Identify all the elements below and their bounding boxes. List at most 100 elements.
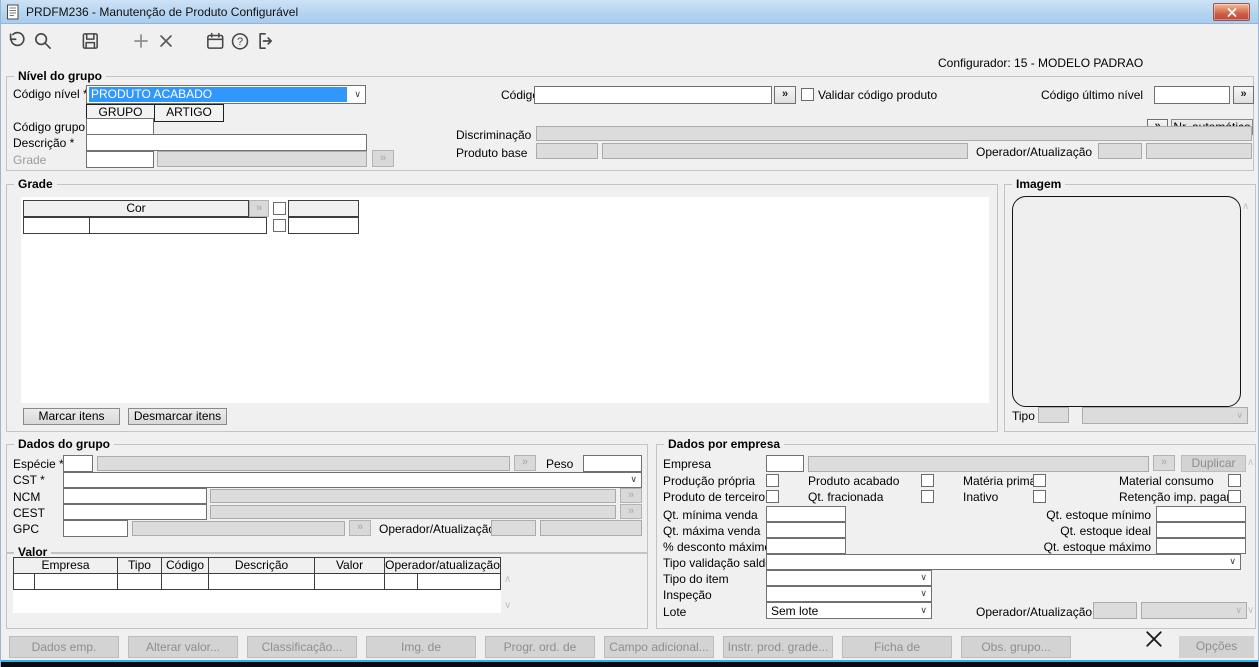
lote-combobox[interactable]: Sem lote ∨ [766, 602, 932, 619]
calendar-button[interactable] [204, 30, 226, 52]
cancel-x-icon[interactable] [1143, 628, 1165, 650]
de-operador-atualizacao-label: Operador/Atualização [976, 605, 1093, 619]
qt-minima-venda-label: Qt. mínima venda [663, 508, 758, 522]
grade-size-column-header[interactable] [288, 200, 359, 217]
dados-por-empresa-legend: Dados por empresa [664, 438, 785, 451]
valor-cell-valor[interactable] [314, 573, 385, 590]
dados-emp-grade-button[interactable]: Dados emp. grade... [9, 636, 119, 667]
descricao-label: Descrição * [13, 136, 75, 150]
grade-cell-size[interactable] [288, 217, 359, 234]
delete-button[interactable] [155, 30, 177, 52]
img-de-prod-grupo-button[interactable]: Img. de prod/grupo... [366, 636, 476, 667]
close-button[interactable] [1213, 3, 1250, 21]
exit-button[interactable] [253, 30, 275, 52]
retencao-imp-pagar-checkbox[interactable] [1228, 490, 1241, 503]
tab-artigo[interactable]: ARTIGO [154, 104, 224, 122]
valor-col-tipo[interactable]: Tipo [117, 557, 162, 574]
discriminacao-label: Discriminação [456, 128, 532, 142]
valor-col-operador[interactable]: Operador/atualização [384, 557, 501, 574]
producao-propria-checkbox[interactable] [766, 474, 779, 487]
valor-col-descricao[interactable]: Descrição [208, 557, 315, 574]
codigo-nivel-combobox[interactable]: PRODUTO ACABADO ∨ [86, 85, 366, 104]
obs-grupo-button[interactable]: Obs. grupo... [961, 636, 1071, 658]
progr-ord-de-prod-button[interactable]: Progr. ord. de prod... [485, 636, 595, 667]
qt-fracionada-label: Qt. fracionada [808, 490, 884, 504]
inativo-checkbox[interactable] [1033, 490, 1046, 503]
add-button[interactable] [130, 30, 152, 52]
codigo-grupo-input[interactable] [86, 118, 154, 135]
valor-scroll-down-icon[interactable]: ∨ [504, 601, 511, 611]
validar-codigo-checkbox[interactable] [801, 88, 814, 101]
produto-acabado-checkbox[interactable] [921, 474, 934, 487]
classificacao-button[interactable]: Classificação... [247, 636, 357, 658]
save-button[interactable] [79, 30, 101, 52]
peso-input[interactable] [583, 455, 642, 472]
desconto-maximo-input[interactable] [766, 538, 846, 554]
valor-row-indicator-cell[interactable] [13, 573, 35, 590]
gpc-label: GPC [13, 522, 40, 536]
tipo-validacao-saldo-combobox[interactable]: ∨ [766, 554, 1241, 570]
help-button[interactable]: ? [229, 30, 251, 52]
valor-col-valor[interactable]: Valor [314, 557, 385, 574]
qt-estoque-minimo-input[interactable] [1156, 506, 1246, 522]
especie-desc-input [97, 456, 510, 471]
qt-estoque-ideal-input[interactable] [1156, 522, 1246, 538]
valor-cell-operador[interactable] [384, 573, 418, 590]
qt-estoque-maximo-input[interactable] [1156, 538, 1246, 554]
qt-minima-venda-input[interactable] [766, 506, 846, 522]
alterar-valor-button[interactable]: Alterar valor... [128, 636, 238, 658]
especie-code-input[interactable] [63, 455, 93, 472]
search-button[interactable] [32, 30, 54, 52]
chevron-down-icon: ∨ [920, 588, 927, 599]
campo-adicional-button[interactable]: Campo adicional... [604, 636, 714, 658]
valor-cell-descricao[interactable] [208, 573, 315, 590]
grade-header-checkbox[interactable] [273, 202, 286, 215]
especie-label: Espécie * [13, 457, 64, 471]
opcoes-button[interactable]: Opções [1179, 636, 1254, 658]
valor-scroll-up-icon[interactable]: ∧ [504, 575, 511, 585]
empresa-scroll-down-icon[interactable]: ∨ [1247, 606, 1254, 616]
materia-prima-checkbox[interactable] [1033, 474, 1046, 487]
grade-code-input[interactable] [86, 151, 154, 168]
material-consumo-checkbox[interactable] [1228, 474, 1241, 487]
empresa-scroll-up-icon[interactable]: ∧ [1247, 458, 1254, 468]
grade-cor-column-header[interactable]: Cor [23, 200, 249, 217]
instr-prod-grade-button[interactable]: Instr. prod. grade... [723, 636, 833, 658]
qt-maxima-venda-input[interactable] [766, 522, 846, 538]
grade-row-checkbox[interactable] [273, 219, 286, 232]
empresa-code-input[interactable] [766, 455, 804, 472]
valor-col-codigo[interactable]: Código [161, 557, 209, 574]
codigo-nivel-value: PRODUTO ACABADO [89, 87, 347, 102]
cst-combobox[interactable]: ∨ [63, 472, 642, 488]
grade-cell-cor[interactable] [89, 217, 267, 234]
tipo-do-item-combobox[interactable]: ∨ [766, 570, 932, 586]
empresa-label: Empresa [663, 457, 712, 471]
calendar-icon [207, 32, 224, 49]
valor-cell-empresa[interactable] [34, 573, 118, 590]
de-operador-input [1093, 602, 1137, 619]
cest-input[interactable] [63, 504, 207, 520]
codigo-more-button[interactable]: » [774, 86, 796, 104]
valor-col-empresa[interactable]: Empresa [13, 557, 118, 574]
valor-cell-atualizacao[interactable] [417, 573, 501, 590]
desmarcar-itens-button[interactable]: Desmarcar itens [128, 408, 227, 425]
tipo-do-item-label: Tipo do item [663, 572, 729, 586]
produto-terceiro-checkbox[interactable] [766, 490, 779, 503]
grade-cell-code[interactable] [23, 217, 90, 234]
ncm-input[interactable] [63, 488, 207, 504]
codigo-ultimo-nivel-input[interactable] [1154, 86, 1230, 104]
qt-estoque-minimo-label: Qt. estoque mínimo [1046, 508, 1151, 522]
gpc-input[interactable] [63, 520, 128, 537]
qt-fracionada-checkbox[interactable] [921, 490, 934, 503]
descricao-input[interactable] [86, 134, 367, 151]
codigo-input[interactable] [534, 86, 772, 104]
undo-button[interactable] [6, 30, 28, 52]
grade-desc-input [157, 151, 367, 167]
marcar-itens-button[interactable]: Marcar itens [23, 408, 120, 425]
inspecao-combobox[interactable]: ∨ [766, 586, 932, 602]
image-scroll-up-icon[interactable]: ∧ [1242, 202, 1249, 212]
valor-cell-tipo[interactable] [117, 573, 162, 590]
codigo-ultimo-nivel-more-button[interactable]: » [1233, 86, 1254, 104]
ficha-de-consumo-button[interactable]: Ficha de Consumo... [842, 636, 952, 667]
valor-cell-codigo[interactable] [161, 573, 209, 590]
